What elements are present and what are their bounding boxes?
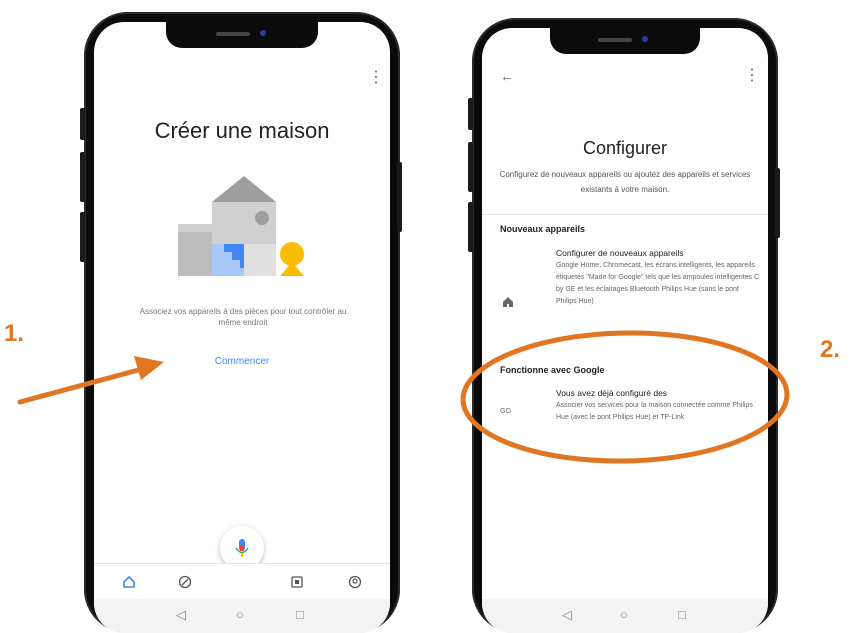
home-circle-icon[interactable]: ○ [236,607,244,622]
side-button [80,212,85,262]
power-button [775,168,780,238]
list-item-description: Google Home, Chromecast, les écrans inte… [556,262,760,305]
step-number-2: 2. [820,336,841,363]
recents-icon[interactable]: □ [296,607,304,622]
more-options-icon[interactable]: ⋮ [368,70,384,86]
side-button [468,98,473,130]
explore-icon[interactable] [178,575,192,589]
house-illustration [178,176,304,276]
media-icon[interactable] [290,575,304,589]
system-nav-bar: ◁ ○ □ [94,599,390,633]
side-button [468,202,473,252]
bottom-nav [94,563,390,600]
home-icon[interactable] [122,575,136,589]
back-icon[interactable]: ◁ [176,607,186,623]
divider [482,214,768,215]
step-number-1: 1. [4,320,25,347]
system-nav-bar: ◁ ○ □ [482,599,768,633]
list-item-works-with-google[interactable]: GO Vous avez déjà configuré des Associer… [482,382,768,452]
screen-configure: ← ⋮ Configurer Configurez de nouveaux ap… [482,28,768,633]
back-arrow-icon[interactable]: ← [500,68,514,84]
more-options-icon[interactable]: ⋮ [744,68,760,84]
notch [166,22,318,48]
list-item-title: Configurer de nouveaux appareils [556,248,684,258]
side-button [80,152,85,202]
account-icon[interactable] [348,575,362,589]
side-button [468,142,473,192]
description-text: Associez vos appareils à des pièces pour… [139,307,347,327]
home-icon [503,297,513,307]
recents-icon[interactable]: □ [678,607,686,622]
home-circle-icon[interactable]: ○ [620,607,628,622]
section-heading-new-devices: Nouveaux appareils [500,224,586,234]
power-button [397,162,402,232]
phone-frame-left: ⋮ Créer une maison Associez vos appareil… [80,12,402,633]
list-item-new-devices[interactable]: Configurer de nouveaux appareils Google … [482,240,768,352]
side-button [80,108,85,140]
section-heading-works-with-google: Fonctionne avec Google [500,365,605,375]
back-icon[interactable]: ◁ [562,607,572,623]
page-title: Configurer [582,138,668,158]
screen-create-home: ⋮ Créer une maison Associez vos appareil… [94,22,390,633]
start-link[interactable]: Commencer [94,356,390,367]
notch [550,28,700,54]
phone-frame-right: ← ⋮ Configurer Configurez de nouveaux ap… [468,18,780,633]
list-item-title: Vous avez déjà configuré des [556,388,668,398]
page-subtitle: Configurez de nouveaux appareils ou ajou… [499,170,751,194]
works-with-google-icon: GO [500,408,511,415]
list-item-description: Associer vos services pour la maison con… [556,402,753,421]
page-title: Créer une maison [154,118,330,143]
